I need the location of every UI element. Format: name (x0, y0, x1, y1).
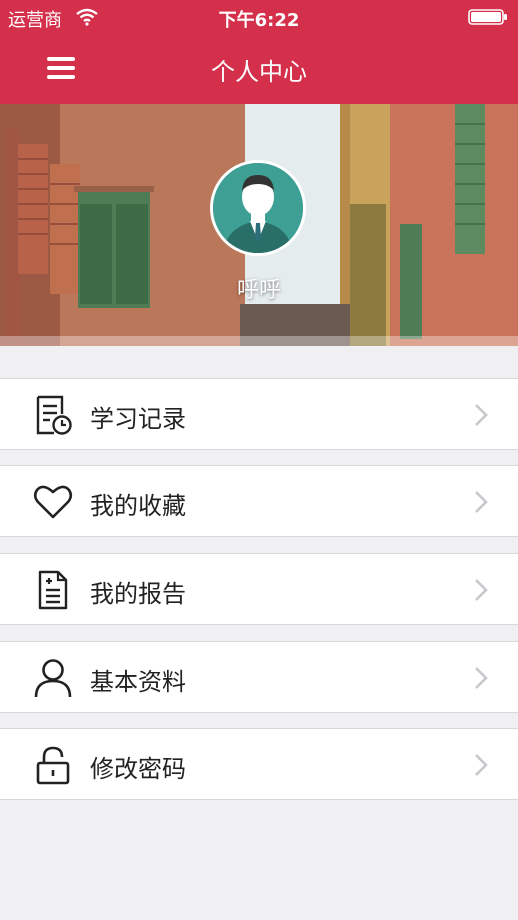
menu-item-label: 基本资料 (90, 668, 186, 696)
lock-icon (36, 746, 70, 785)
menu-item-label: 我的报告 (90, 580, 186, 608)
menu-item-reports[interactable]: 我的报告 (0, 553, 518, 625)
menu-item-profile-info[interactable]: 基本资料 (0, 641, 518, 713)
report-icon (38, 570, 68, 610)
user-avatar[interactable] (210, 160, 306, 256)
chevron-right-icon (475, 491, 488, 513)
chevron-right-icon (475, 579, 488, 601)
person-icon (34, 659, 72, 698)
menu-item-favorites[interactable]: 我的收藏 (0, 465, 518, 537)
profile-banner: 呼呼 (0, 104, 518, 346)
chevron-right-icon (475, 754, 488, 776)
heart-icon (33, 485, 73, 519)
menu-item-change-password[interactable]: 修改密码 (0, 728, 518, 800)
menu-item-label: 我的收藏 (90, 492, 186, 520)
status-bar: 运营商 下午6:22 (0, 0, 518, 34)
chevron-right-icon (475, 404, 488, 426)
battery-icon (468, 9, 507, 25)
menu-item-label: 修改密码 (90, 755, 186, 783)
chevron-right-icon (475, 667, 488, 689)
user-avatar-icon (213, 163, 303, 253)
top-header: 运营商 下午6:22 个人中心 (0, 0, 518, 104)
menu-item-label: 学习记录 (90, 405, 186, 433)
menu-item-study-record[interactable]: 学习记录 (0, 378, 518, 450)
user-name: 呼呼 (236, 278, 281, 303)
status-time: 下午6:22 (218, 10, 300, 31)
study-record-icon (36, 395, 72, 435)
page-title: 个人中心 (211, 58, 307, 86)
